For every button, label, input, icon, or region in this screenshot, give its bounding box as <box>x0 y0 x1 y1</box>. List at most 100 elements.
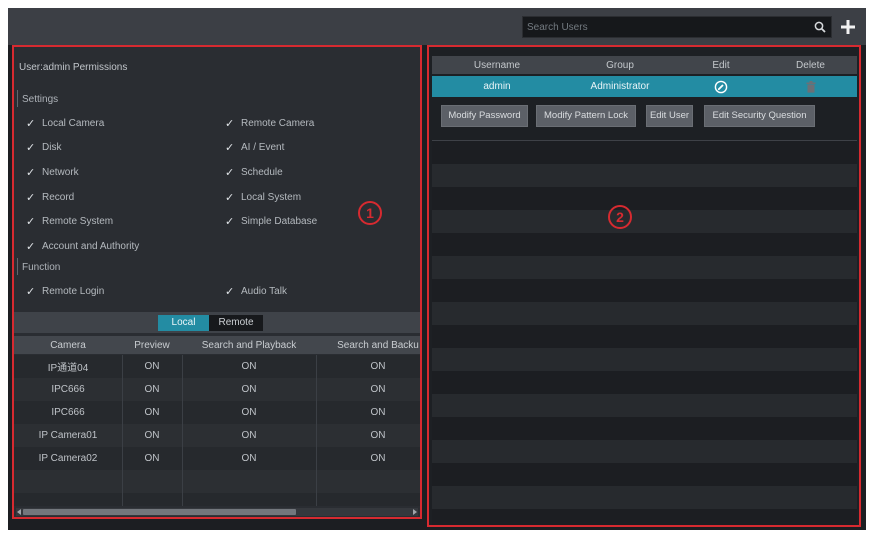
checkbox-checked-icon[interactable]: ✓ <box>26 240 42 254</box>
table-row[interactable]: IP Camera01 ON ON ON <box>14 424 420 447</box>
permission-label: Local Camera <box>42 118 105 129</box>
search-playback-cell: ON <box>241 384 257 395</box>
column-header-delete: Delete <box>796 59 825 71</box>
permission-disk[interactable]: ✓ Disk <box>26 141 61 155</box>
permission-remote-camera[interactable]: ✓ Remote Camera <box>225 117 314 131</box>
annotation-number-2: 2 <box>608 205 632 229</box>
permission-label: Disk <box>42 142 62 153</box>
username-cell: admin <box>483 81 511 92</box>
column-header-username: Username <box>473 59 521 71</box>
column-header-camera: Camera <box>50 339 86 351</box>
checkbox-checked-icon[interactable]: ✓ <box>26 166 42 180</box>
column-header-search-and-playback: Search and Playback <box>201 339 297 351</box>
permission-label: Audio Talk <box>241 286 287 297</box>
camera-name-cell: IP Camera01 <box>38 430 98 441</box>
users-panel: Username Group Edit Delete admin Adminis… <box>428 45 861 527</box>
user-row-selected[interactable]: admin Administrator <box>432 76 857 97</box>
screenshot-root: User:admin Permissions Settings ✓ Local … <box>0 0 873 534</box>
permission-local-camera[interactable]: ✓ Local Camera <box>26 117 104 131</box>
checkbox-checked-icon[interactable]: ✓ <box>26 117 42 131</box>
delete-user-cell <box>764 76 857 97</box>
checkbox-checked-icon[interactable]: ✓ <box>225 117 241 131</box>
permission-label: Simple Database <box>241 216 318 227</box>
checkbox-checked-icon[interactable]: ✓ <box>225 141 241 155</box>
trash-icon[interactable] <box>806 80 816 93</box>
table-row[interactable]: IP Camera02 ON ON ON <box>14 447 420 470</box>
search-icon[interactable] <box>814 21 826 33</box>
modify-pattern-lock-button[interactable]: Modify Pattern Lock <box>536 105 636 127</box>
search-box[interactable] <box>522 16 832 38</box>
search-backup-cell: ON <box>370 384 386 395</box>
permission-account-and-authority[interactable]: ✓ Account and Authority <box>26 240 139 254</box>
column-header-search-and-backup: Search and Backu <box>337 339 419 351</box>
horizontal-scrollbar[interactable] <box>16 508 418 516</box>
section-marker <box>17 90 18 107</box>
checkbox-checked-icon[interactable]: ✓ <box>225 166 241 180</box>
search-backup-cell: ON <box>370 361 386 372</box>
top-toolbar <box>8 8 866 45</box>
permission-remote-login[interactable]: ✓ Remote Login <box>26 285 104 299</box>
annotation-number-1: 1 <box>358 201 382 225</box>
section-label-settings: Settings <box>22 94 59 105</box>
preview-cell: ON <box>144 407 160 418</box>
modify-password-button[interactable]: Modify Password <box>441 105 528 127</box>
plus-icon[interactable] <box>840 19 856 35</box>
table-row[interactable]: IPC666 ON ON ON <box>14 378 420 401</box>
checkbox-checked-icon[interactable]: ✓ <box>26 191 42 205</box>
checkbox-checked-icon[interactable]: ✓ <box>26 285 42 299</box>
search-backup-cell: ON <box>370 407 386 418</box>
checkbox-checked-icon[interactable]: ✓ <box>26 141 42 155</box>
camera-table-body: IP通道04 ON ON ON IPC666 ON ON ON IPC666 O… <box>14 355 420 506</box>
checkbox-checked-icon[interactable]: ✓ <box>225 215 241 229</box>
permission-remote-system[interactable]: ✓ Remote System <box>26 215 113 229</box>
camera-table-header: Camera Preview Search and Playback Searc… <box>14 336 420 354</box>
permission-label: Network <box>42 167 79 178</box>
preview-cell: ON <box>144 361 160 372</box>
preview-cell: ON <box>144 453 160 464</box>
table-row[interactable]: IPC666 ON ON ON <box>14 401 420 424</box>
column-header-group: Group <box>606 59 634 71</box>
search-users-input[interactable] <box>523 17 809 37</box>
permission-ai-event[interactable]: ✓ AI / Event <box>225 141 284 155</box>
permission-network[interactable]: ✓ Network <box>26 166 79 180</box>
tab-local[interactable]: Local <box>158 315 209 331</box>
search-playback-cell: ON <box>241 453 257 464</box>
checkbox-checked-icon[interactable]: ✓ <box>225 191 241 205</box>
permission-schedule[interactable]: ✓ Schedule <box>225 166 283 180</box>
permission-label: Remote Login <box>42 286 105 297</box>
scroll-right-arrow-icon[interactable] <box>413 509 417 515</box>
section-marker <box>17 258 18 275</box>
scrollbar-thumb[interactable] <box>23 509 296 515</box>
search-backup-cell: ON <box>370 430 386 441</box>
section-label-function: Function <box>22 262 61 273</box>
scroll-left-arrow-icon[interactable] <box>17 509 21 515</box>
table-row[interactable]: IP通道04 ON ON ON <box>14 355 420 378</box>
permission-label: Local System <box>241 192 302 203</box>
permission-label: Account and Authority <box>42 241 140 252</box>
tab-remote[interactable]: Remote <box>209 315 263 331</box>
column-divider <box>182 355 183 506</box>
users-table-header: Username Group Edit Delete <box>432 56 857 74</box>
edit-user-cell <box>678 76 764 97</box>
permission-local-system[interactable]: ✓ Local System <box>225 191 301 205</box>
permission-label: AI / Event <box>241 142 285 153</box>
checkbox-checked-icon[interactable]: ✓ <box>225 285 241 299</box>
permission-simple-database[interactable]: ✓ Simple Database <box>225 215 317 229</box>
permission-label: Remote System <box>42 216 114 227</box>
permission-record[interactable]: ✓ Record <box>26 191 74 205</box>
edit-user-button[interactable]: Edit User <box>646 105 693 127</box>
camera-permission-tabs: Local Remote <box>12 312 422 333</box>
camera-name-cell: IPC666 <box>51 384 85 395</box>
search-backup-cell: ON <box>370 453 386 464</box>
permission-audio-talk[interactable]: ✓ Audio Talk <box>225 285 287 299</box>
column-divider <box>316 355 317 506</box>
camera-name-cell: IP通道04 <box>47 363 89 374</box>
edit-icon[interactable] <box>714 80 728 94</box>
search-playback-cell: ON <box>241 430 257 441</box>
edit-security-question-button[interactable]: Edit Security Question <box>704 105 815 127</box>
checkbox-checked-icon[interactable]: ✓ <box>26 215 42 229</box>
add-user-button[interactable] <box>840 19 856 35</box>
camera-name-cell: IPC666 <box>51 407 85 418</box>
column-header-edit: Edit <box>712 59 730 71</box>
permission-label: Schedule <box>241 167 283 178</box>
